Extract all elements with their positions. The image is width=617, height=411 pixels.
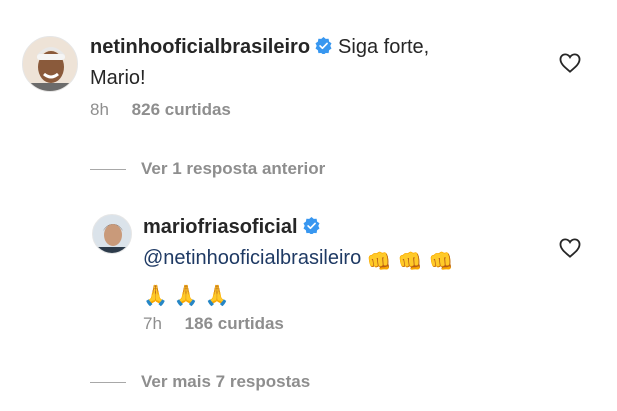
pray-emoji: 🙏 <box>143 285 168 307</box>
pray-emoji: 🙏 <box>204 285 230 307</box>
verified-badge-icon <box>303 213 320 243</box>
view-previous-replies-label[interactable]: Ver 1 resposta anterior <box>141 158 325 180</box>
divider <box>90 168 126 170</box>
reply-body: mariofriasoficial @netinhooficialbrasile… <box>143 212 543 311</box>
comment-username[interactable]: netinhooficialbrasileiro <box>90 36 310 58</box>
reply-likes[interactable]: 186 curtidas <box>185 313 284 335</box>
comment-time: 8h <box>90 100 109 119</box>
heart-icon[interactable] <box>559 238 581 258</box>
view-previous-replies[interactable]: Ver 1 resposta anterior <box>90 158 325 180</box>
view-more-replies[interactable]: Ver mais 7 respostas <box>90 371 310 393</box>
heart-icon[interactable] <box>559 53 581 73</box>
comment-meta: 8h 826 curtidas <box>90 99 231 121</box>
divider <box>90 381 126 383</box>
reply-time: 7h <box>143 314 162 333</box>
fist-emoji-row: 👊 👊 👊 <box>367 247 460 277</box>
reply-mention[interactable]: @netinhooficialbrasileiro <box>143 247 361 269</box>
comment-text-line1: Siga forte, <box>338 36 430 58</box>
view-more-replies-label[interactable]: Ver mais 7 respostas <box>141 371 310 393</box>
pray-emoji-row: 🙏 🙏 🙏 <box>143 281 236 311</box>
comment-text-line2: Mario! <box>90 67 146 89</box>
fist-emoji: 👊 <box>428 251 454 273</box>
comment-likes[interactable]: 826 curtidas <box>132 99 231 121</box>
reply-username[interactable]: mariofriasoficial <box>143 216 298 238</box>
avatar-mariofrias[interactable] <box>92 214 132 254</box>
avatar-netinho[interactable] <box>22 36 78 92</box>
verified-badge-icon <box>315 33 332 63</box>
fist-emoji: 👊 <box>366 251 392 273</box>
comment-body: netinhooficialbrasileiro Siga forte, Mari… <box>90 32 550 93</box>
fist-emoji: 👊 <box>397 251 423 273</box>
pray-emoji: 🙏 <box>173 285 199 307</box>
reply-meta: 7h 186 curtidas <box>143 313 284 335</box>
